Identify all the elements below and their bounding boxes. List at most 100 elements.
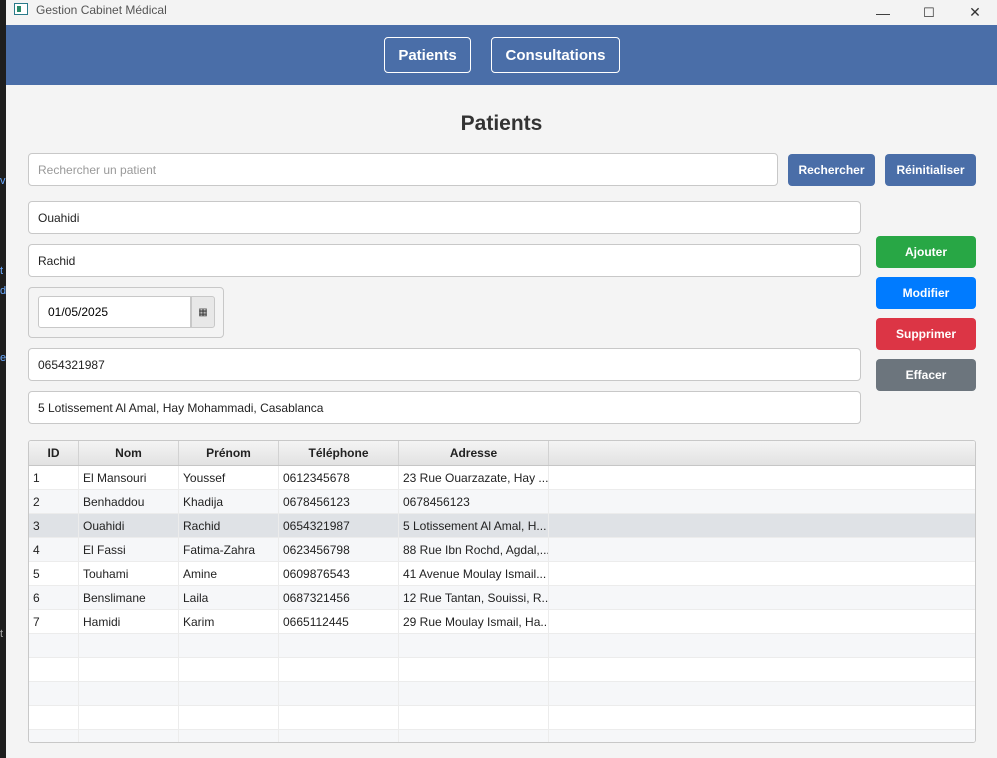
table-row-empty [29,658,975,682]
table-cell: 6 [29,586,79,609]
nav-patients-button[interactable]: Patients [384,37,471,73]
table-cell: Khadija [179,490,279,513]
table-cell [179,730,279,742]
maximize-icon[interactable]: ☐ [906,0,952,25]
table-row[interactable]: 1 El Mansouri Youssef 0612345678 23 Rue Ouar… [29,466,975,490]
table-cell [399,682,549,705]
window-title: Gestion Cabinet Médical [36,3,167,17]
table-cell: 23 Rue Ouarzazate, Hay ... [399,466,549,489]
table-cell [399,634,549,657]
table-cell [79,634,179,657]
table-cell: Touhami [79,562,179,585]
table-cell: 1 [29,466,79,489]
table-cell [279,730,399,742]
table-cell: 2 [29,490,79,513]
table-cell: El Fassi [79,538,179,561]
patients-table[interactable]: ID Nom Prénom Téléphone Adresse 1 El Mans… [28,440,976,743]
table-row[interactable]: 7 Hamidi Karim 0665112445 29 Rue Moulay Isma… [29,610,975,634]
table-cell [179,634,279,657]
app-icon [14,3,28,15]
table-cell: Karim [179,610,279,633]
table-cell [279,658,399,681]
table-cell: 3 [29,514,79,537]
table-row[interactable]: 2 Benhaddou Khadija 0678456123 0678456123 [29,490,975,514]
table-cell: 0678456123 [399,490,549,513]
table-cell: 0654321987 [279,514,399,537]
table-cell [29,634,79,657]
column-header-nom[interactable]: Nom [79,441,179,465]
minimize-icon[interactable]: — [860,0,906,25]
column-header-prenom[interactable]: Prénom [179,441,279,465]
table-row[interactable]: 5 Touhami Amine 0609876543 41 Avenue Moulay … [29,562,975,586]
column-header-adresse[interactable]: Adresse [399,441,549,465]
table-cell: 5 [29,562,79,585]
table-cell: 0678456123 [279,490,399,513]
table-cell [399,730,549,742]
column-header-telephone[interactable]: Téléphone [279,441,399,465]
table-row-empty [29,634,975,658]
title-bar: Gestion Cabinet Médical — ☐ ✕ [6,0,997,25]
table-cell: 12 Rue Tantan, Souissi, R... [399,586,549,609]
table-header: ID Nom Prénom Téléphone Adresse [29,441,975,466]
table-cell [79,682,179,705]
edit-button[interactable]: Modifier [876,277,976,309]
table-cell [279,706,399,729]
table-row-empty [29,682,975,706]
table-cell: Benslimane [79,586,179,609]
table-row[interactable]: 6 Benslimane Laila 0687321456 12 Rue Tantan,… [29,586,975,610]
nav-consultations-button[interactable]: Consultations [491,37,620,73]
table-cell: El Mansouri [79,466,179,489]
table-cell: Youssef [179,466,279,489]
telephone-field[interactable]: 0654321987 [28,348,861,381]
clear-button[interactable]: Effacer [876,359,976,391]
close-icon[interactable]: ✕ [952,0,997,25]
table-cell: Amine [179,562,279,585]
date-field[interactable]: 01/05/2025 [38,296,191,328]
table-cell: Rachid [179,514,279,537]
table-cell: Hamidi [79,610,179,633]
date-picker-container: 01/05/2025 ▦ [28,287,224,338]
table-cell [79,706,179,729]
add-button[interactable]: Ajouter [876,236,976,268]
table-cell: Ouahidi [79,514,179,537]
table-cell: 88 Rue Ibn Rochd, Agdal,... [399,538,549,561]
search-button[interactable]: Rechercher [788,154,875,186]
nom-field[interactable]: Ouahidi [28,201,861,234]
table-row[interactable]: 4 El Fassi Fatima-Zahra 0623456798 88 Rue Ib… [29,538,975,562]
table-cell [79,658,179,681]
delete-button[interactable]: Supprimer [876,318,976,350]
column-header-id[interactable]: ID [29,441,79,465]
prenom-field[interactable]: Rachid [28,244,861,277]
table-cell [29,730,79,742]
table-cell [279,682,399,705]
table-cell: Fatima-Zahra [179,538,279,561]
table-cell: 0687321456 [279,586,399,609]
table-cell: Benhaddou [79,490,179,513]
top-navbar: Patients Consultations [6,25,997,85]
adresse-field[interactable]: 5 Lotissement Al Amal, Hay Mohammadi, Ca… [28,391,861,424]
table-cell [399,658,549,681]
reset-button[interactable]: Réinitialiser [885,154,976,186]
calendar-icon[interactable]: ▦ [191,296,215,328]
table-cell [399,706,549,729]
table-cell: 0612345678 [279,466,399,489]
table-cell: 7 [29,610,79,633]
search-input[interactable]: Rechercher un patient [28,153,778,186]
table-cell [279,634,399,657]
table-cell [179,682,279,705]
table-cell: 4 [29,538,79,561]
table-cell: 5 Lotissement Al Amal, H... [399,514,549,537]
table-cell [179,658,279,681]
table-cell: 41 Avenue Moulay Ismail... [399,562,549,585]
table-cell [179,706,279,729]
table-cell [29,658,79,681]
table-cell [29,706,79,729]
table-row[interactable]: 3 Ouahidi Rachid 0654321987 5 Lotissement Al… [29,514,975,538]
table-cell: 29 Rue Moulay Ismail, Ha... [399,610,549,633]
table-cell: Laila [179,586,279,609]
table-row-empty [29,706,975,730]
table-cell: 0623456798 [279,538,399,561]
table-cell [29,682,79,705]
table-cell: 0609876543 [279,562,399,585]
table-row-empty [29,730,975,742]
